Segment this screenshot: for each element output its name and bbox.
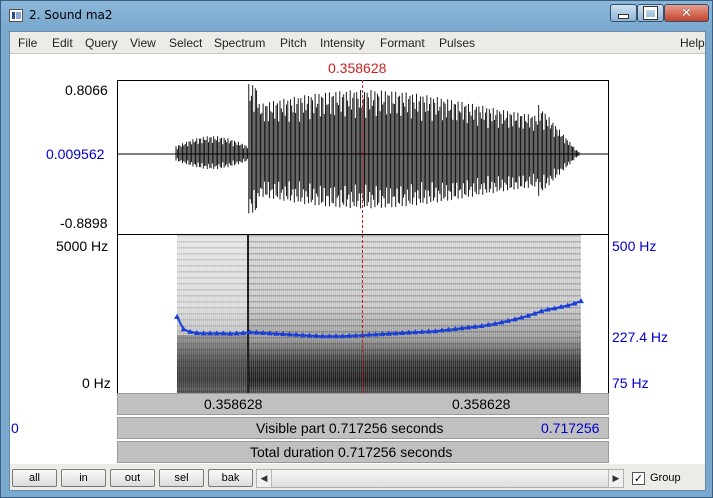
- waveform-zero-label: 0.009562: [46, 146, 105, 162]
- total-duration-row[interactable]: Total duration 0.717256 seconds: [117, 441, 609, 463]
- cursor-line: [362, 80, 363, 393]
- group-checkbox[interactable]: ✓: [632, 472, 645, 485]
- app-icon: [9, 9, 23, 22]
- cursor-time-label: 0.358628: [328, 60, 387, 76]
- selection-left-time: 0.358628: [204, 396, 263, 412]
- menu-select[interactable]: Select: [169, 36, 202, 50]
- spectrogram-panel[interactable]: [117, 235, 609, 393]
- waveform-max-label: 0.8066: [65, 82, 108, 98]
- waveform-min-label: -0.8898: [60, 215, 108, 231]
- menu-formant[interactable]: Formant: [380, 36, 425, 50]
- editor-client: File Edit Query View Select Spectrum Pit…: [9, 31, 706, 491]
- spectrogram-freq-max-label: 5000 Hz: [56, 238, 109, 254]
- title-bar[interactable]: 2. Sound ma2 ✕: [1, 1, 712, 31]
- total-duration-label: Total duration 0.717256 seconds: [250, 444, 453, 460]
- spectrogram-onset-voicing: [177, 335, 247, 390]
- spectrogram-freq-min-label: 0 Hz: [82, 375, 111, 391]
- pitch-max-label: 500 Hz: [612, 238, 657, 254]
- pitch-min-label: 75 Hz: [612, 375, 649, 391]
- menu-view[interactable]: View: [130, 36, 156, 50]
- pitch-mid-label: 227.4 Hz: [612, 329, 669, 345]
- menu-pitch[interactable]: Pitch: [280, 36, 307, 50]
- visible-part-label: Visible part 0.717256 seconds: [256, 420, 444, 436]
- visible-end-time: 0.717256: [541, 420, 600, 436]
- menu-file[interactable]: File: [18, 36, 37, 50]
- close-button[interactable]: ✕: [664, 4, 709, 22]
- close-icon: ✕: [681, 5, 692, 21]
- spectrogram-onset-noise: [177, 235, 247, 335]
- menu-bar: File Edit Query View Select Spectrum Pit…: [10, 32, 705, 53]
- group-label: Group: [650, 472, 681, 484]
- menu-edit[interactable]: Edit: [52, 36, 73, 50]
- visible-start-time: 0: [11, 420, 19, 436]
- waveform-trace: [175, 84, 580, 214]
- maximize-icon: [643, 6, 658, 20]
- horizontal-scrollbar[interactable]: ◀ ▶: [256, 469, 624, 488]
- bottom-toolbar: all in out sel bak ◀ ▶ ✓ Group: [10, 464, 705, 490]
- waveform-panel[interactable]: [117, 80, 609, 235]
- menu-intensity[interactable]: Intensity: [320, 36, 365, 50]
- minimize-button[interactable]: [610, 4, 637, 22]
- menu-help[interactable]: Help: [680, 36, 705, 50]
- visible-part-row[interactable]: 0 Visible part 0.717256 seconds 0.717256: [11, 417, 609, 439]
- spectrogram-plot: [174, 235, 584, 393]
- scroll-right-icon[interactable]: ▶: [609, 470, 623, 487]
- minimize-icon: [618, 13, 629, 19]
- zoom-all-button[interactable]: all: [12, 469, 57, 487]
- zoom-back-button[interactable]: bak: [208, 469, 253, 487]
- menu-query[interactable]: Query: [85, 36, 118, 50]
- sound-canvas[interactable]: 0.358628 0.8066 0.009562 -0.8898 5000 Hz…: [10, 54, 705, 464]
- scroll-left-icon[interactable]: ◀: [257, 470, 271, 487]
- praat-sound-window: 2. Sound ma2 ✕ File Edit Query View Sele…: [0, 0, 713, 498]
- selection-right-time: 0.358628: [452, 396, 511, 412]
- selection-row[interactable]: 0.358628 0.358628: [117, 393, 609, 415]
- maximize-button[interactable]: [637, 4, 664, 22]
- menu-pulses[interactable]: Pulses: [439, 36, 475, 50]
- scroll-thumb[interactable]: [271, 470, 609, 487]
- menu-spectrum[interactable]: Spectrum: [214, 36, 265, 50]
- zoom-in-button[interactable]: in: [61, 469, 106, 487]
- zoom-out-button[interactable]: out: [110, 469, 155, 487]
- waveform-plot: [118, 84, 608, 214]
- window-title: 2. Sound ma2: [29, 8, 113, 22]
- zoom-sel-button[interactable]: sel: [159, 469, 204, 487]
